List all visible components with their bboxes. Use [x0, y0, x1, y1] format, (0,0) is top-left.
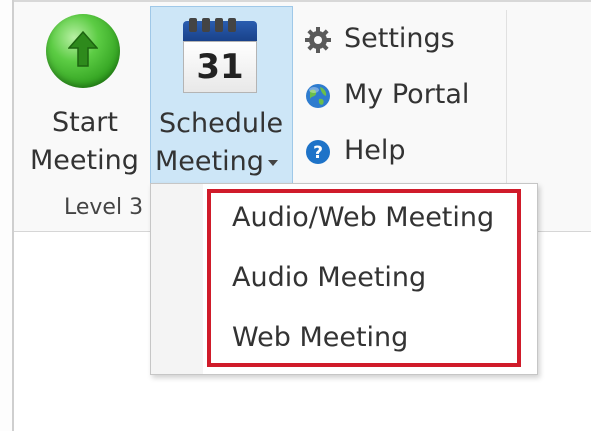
help-label: Help: [344, 135, 406, 166]
calendar-rings: [189, 17, 251, 32]
schedule-meeting-label-line2: Meeting: [155, 145, 278, 179]
menu-icon-gutter: [151, 184, 203, 374]
start-meeting-icon: [46, 14, 120, 88]
svg-text:?: ?: [313, 143, 323, 163]
chevron-down-icon: [267, 159, 278, 166]
gear-icon: [305, 27, 331, 53]
arrow-up-icon: [68, 30, 98, 67]
calendar-icon: 31: [183, 18, 257, 93]
start-meeting-label-line2: Meeting: [30, 145, 139, 176]
globe-icon: [306, 84, 330, 108]
highlight-annotation-box: [207, 189, 521, 367]
ribbon-group-label: Level 3: [64, 195, 144, 220]
settings-label: Settings: [344, 23, 455, 54]
schedule-meeting-label-text: Meeting: [155, 146, 264, 177]
start-meeting-label-line1: Start: [52, 107, 118, 138]
my-portal-button[interactable]: My Portal: [300, 74, 496, 118]
settings-button[interactable]: Settings: [300, 18, 496, 62]
calendar-day: 31: [183, 41, 257, 93]
screenshot-stage: Start Meeting 31 Schedule Meeting Settin…: [0, 0, 591, 431]
help-button[interactable]: ? Help: [300, 130, 496, 174]
my-portal-label: My Portal: [344, 79, 470, 110]
schedule-meeting-button[interactable]: 31 Schedule Meeting: [150, 6, 293, 184]
schedule-meeting-label-line1: Schedule: [159, 108, 284, 139]
start-meeting-button[interactable]: Start Meeting: [22, 6, 146, 180]
help-icon: ?: [306, 140, 330, 164]
